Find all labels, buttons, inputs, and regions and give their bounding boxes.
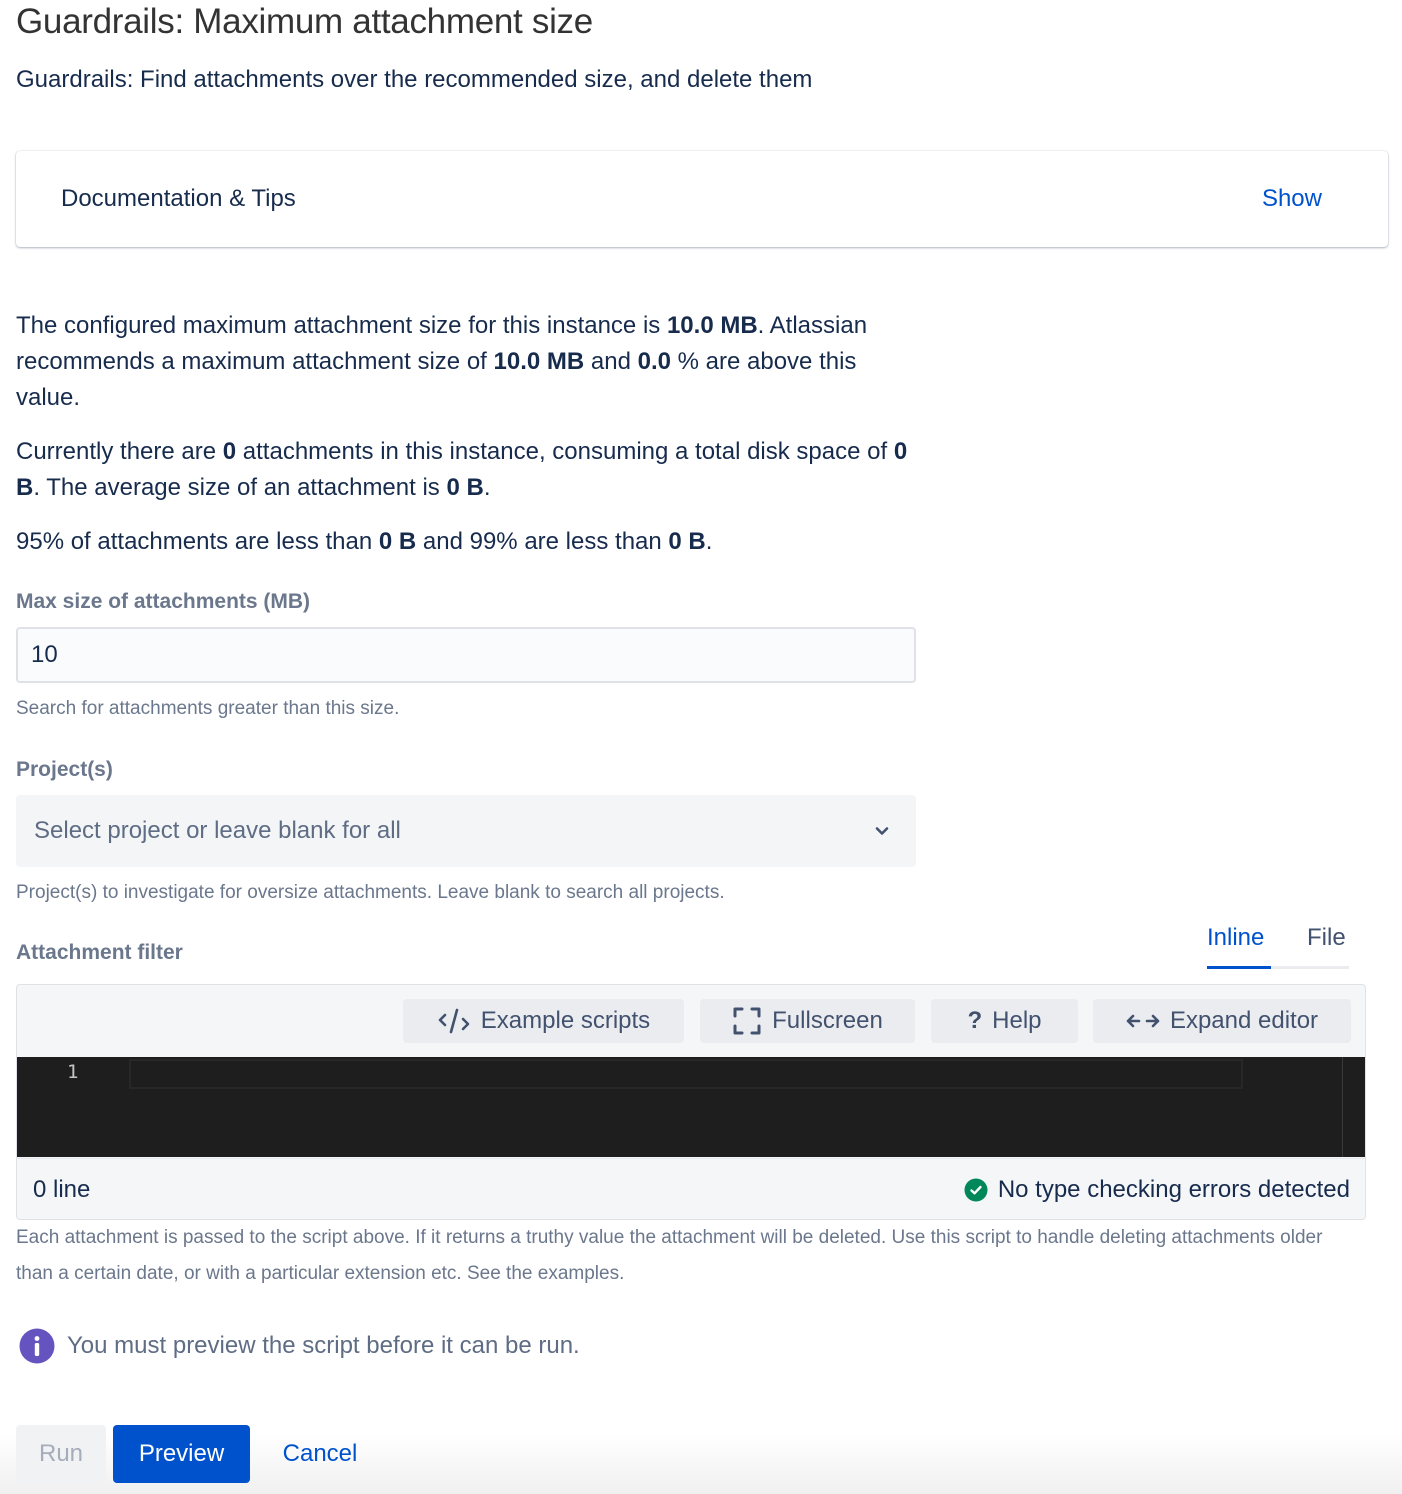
p99-value: 0 B <box>668 528 706 555</box>
check-circle-icon <box>964 1178 988 1201</box>
script-source-tabs: Inline File <box>1207 924 1349 970</box>
current-line-highlight <box>129 1059 1243 1089</box>
attachment-filter-label: Attachment filter <box>16 941 183 964</box>
expand-editor-button[interactable]: Expand editor <box>1093 999 1351 1043</box>
help-label: Help <box>992 1007 1042 1034</box>
preview-required-notice: You must preview the script before it ca… <box>19 1328 580 1364</box>
documentation-show-toggle[interactable]: Show <box>1262 185 1322 213</box>
documentation-panel[interactable]: Documentation & Tips Show <box>16 151 1388 247</box>
editor-toolbar: Example scripts Fullscreen ? Help Expand… <box>17 985 1365 1057</box>
script-editor: Example scripts Fullscreen ? Help Expand… <box>16 984 1366 1220</box>
attachment-count-value: 0 <box>222 438 237 465</box>
percentile-info: 95% of attachments are less than 0 B and… <box>16 524 926 560</box>
max-size-label: Max size of attachments (MB) <box>16 590 311 613</box>
fullscreen-icon <box>733 1007 761 1035</box>
preview-button[interactable]: Preview <box>113 1425 250 1483</box>
tab-active-indicator <box>1207 966 1271 969</box>
tab-inline[interactable]: Inline <box>1207 924 1264 952</box>
text: . <box>483 474 491 501</box>
code-input-area[interactable]: 1 <box>17 1057 1365 1157</box>
percent-above-value: 0.0 <box>637 348 671 375</box>
configured-size-info: The configured maximum attachment size f… <box>16 308 926 416</box>
editor-status-bar: 0 line No type checking errors detected <box>17 1158 1365 1219</box>
projects-help: Project(s) to investigate for oversize a… <box>16 882 725 903</box>
fullscreen-button[interactable]: Fullscreen <box>700 999 915 1043</box>
expand-arrows-icon <box>1126 1014 1160 1028</box>
text: Currently there are <box>16 438 223 465</box>
notice-text: You must preview the script before it ca… <box>67 1332 580 1359</box>
average-size-value: 0 B <box>446 474 484 501</box>
type-check-text: No type checking errors detected <box>997 1175 1350 1203</box>
text: attachments in this instance, consuming … <box>236 438 894 465</box>
editor-scrollbar[interactable] <box>1342 1057 1343 1157</box>
code-icon <box>438 1008 470 1034</box>
page-subtitle: Guardrails: Find attachments over the re… <box>16 66 813 93</box>
line-number: 1 <box>67 1061 79 1083</box>
page-title: Guardrails: Maximum attachment size <box>16 2 593 41</box>
text: . <box>705 528 713 555</box>
text: and <box>584 348 638 375</box>
attachment-count-info: Currently there are 0 attachments in thi… <box>16 434 926 506</box>
tab-file[interactable]: File <box>1307 924 1346 952</box>
line-count: 0 line <box>33 1175 91 1203</box>
configured-max-value: 10.0 MB <box>666 312 758 339</box>
attachment-filter-help: Each attachment is passed to the script … <box>16 1227 1323 1284</box>
type-check-status: No type checking errors detected <box>964 1176 1350 1204</box>
chevron-down-icon <box>875 827 889 835</box>
p95-value: 0 B <box>378 528 417 555</box>
recommended-max-value: 10.0 MB <box>493 348 585 375</box>
question-icon: ? <box>967 1007 983 1034</box>
help-button[interactable]: ? Help <box>931 999 1078 1043</box>
cancel-button[interactable]: Cancel <box>262 1425 378 1483</box>
text: The configured maximum attachment size f… <box>16 312 667 339</box>
fullscreen-label: Fullscreen <box>772 1007 883 1034</box>
text: and 99% are less than <box>416 528 669 555</box>
text: 95% of attachments are less than <box>16 528 379 555</box>
projects-select-placeholder: Select project or leave blank for all <box>34 817 401 844</box>
documentation-title: Documentation & Tips <box>61 185 296 212</box>
max-size-help: Search for attachments greater than this… <box>16 698 400 719</box>
max-size-input[interactable] <box>16 627 916 683</box>
text: . The average size of an attachment is <box>33 474 447 501</box>
expand-editor-label: Expand editor <box>1169 1007 1319 1034</box>
projects-label: Project(s) <box>16 758 113 781</box>
run-button[interactable]: Run <box>16 1425 106 1483</box>
projects-select[interactable]: Select project or leave blank for all <box>16 795 916 867</box>
example-scripts-label: Example scripts <box>480 1007 651 1034</box>
example-scripts-button[interactable]: Example scripts <box>403 999 684 1043</box>
info-icon <box>19 1328 55 1364</box>
